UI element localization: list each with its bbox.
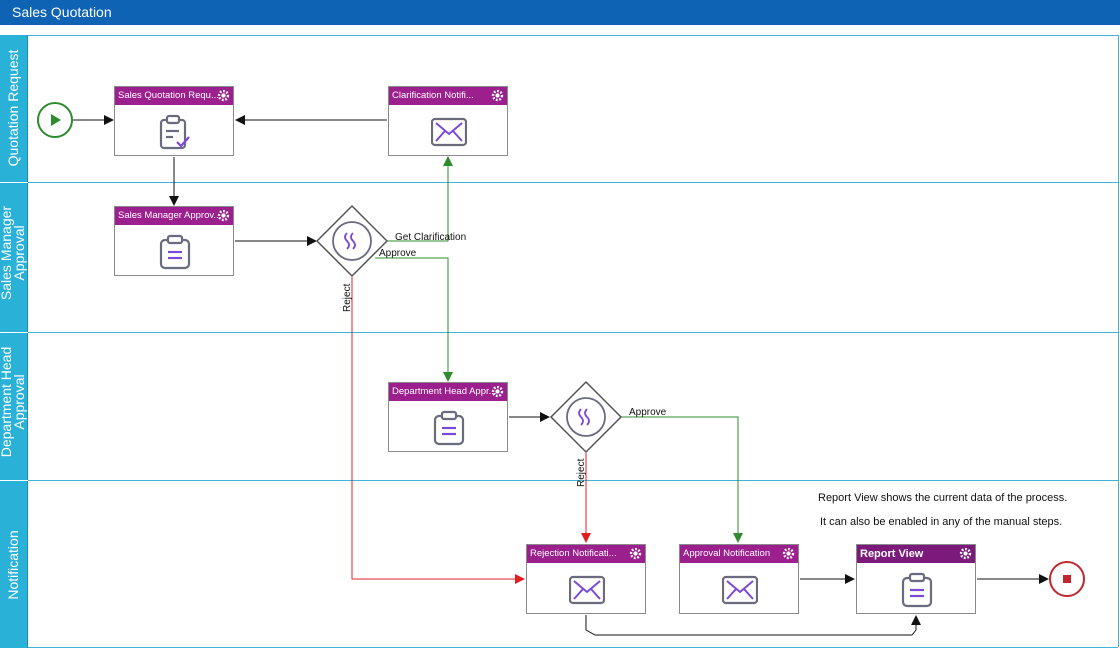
task-sales-quotation-request[interactable]: Sales Quotation Requ... (114, 86, 234, 156)
task-clarification-notification[interactable]: Clarification Notifi... (388, 86, 508, 156)
clipboard-icon (433, 410, 465, 446)
mail-icon (722, 575, 758, 605)
edge-approve-depthead (621, 416, 743, 543)
clipboard-icon (901, 572, 933, 608)
clipboard-check-icon (159, 114, 190, 150)
start-event[interactable] (37, 102, 73, 138)
task-header: Sales Quotation Requ... (115, 87, 233, 105)
gateway-sales-manager[interactable] (315, 204, 389, 278)
clipboard-icon (159, 234, 191, 270)
stop-icon (1063, 575, 1071, 583)
gear-icon[interactable] (959, 547, 972, 560)
mail-icon (431, 117, 467, 147)
edge-label-get-clarification: Get Clarification (395, 232, 466, 243)
task-department-head-approval[interactable]: Department Head Appr... (388, 382, 508, 452)
task-header: Approval Notification (680, 545, 798, 563)
task-report-view[interactable]: Report View (856, 544, 976, 614)
task-title: Approval Notification (683, 548, 771, 559)
gear-icon[interactable] (491, 89, 504, 102)
task-rejection-notification[interactable]: Rejection Notificati... (526, 544, 646, 614)
task-title: Clarification Notifi... (392, 90, 474, 101)
note-line-2: It can also be enabled in any of the man… (820, 516, 1063, 528)
end-event[interactable] (1049, 561, 1085, 597)
task-title: Report View (860, 548, 924, 560)
task-approval-notification[interactable]: Approval Notification (679, 544, 799, 614)
task-header: Department Head Appr... (389, 383, 507, 401)
task-title: Department Head Appr... (392, 386, 497, 397)
edge-get-clarification (385, 156, 453, 242)
gear-icon[interactable] (491, 385, 504, 398)
edge-label-reject-depthead: Reject (576, 458, 587, 487)
task-header: Report View (857, 545, 975, 563)
gear-icon[interactable] (217, 89, 230, 102)
task-header: Sales Manager Approv... (115, 207, 233, 225)
edge-label-approve-manager: Approve (379, 248, 417, 259)
task-title: Sales Manager Approv... (118, 210, 222, 221)
edge-label-approve-depthead: Approve (629, 407, 667, 418)
edge-label-reject-manager: Reject (342, 283, 353, 312)
task-title: Rejection Notificati... (530, 548, 617, 559)
edge-rejection-to-report (585, 615, 921, 636)
gear-icon[interactable] (782, 547, 795, 560)
gear-icon[interactable] (629, 547, 642, 560)
task-sales-manager-approval[interactable]: Sales Manager Approv... (114, 206, 234, 276)
task-title: Sales Quotation Requ... (118, 90, 219, 101)
mail-icon (569, 575, 605, 605)
gateway-department-head[interactable] (549, 380, 623, 454)
edge-approve-manager (375, 257, 453, 382)
task-header: Rejection Notificati... (527, 545, 645, 563)
gear-icon[interactable] (217, 209, 230, 222)
note-line-1: Report View shows the current data of th… (818, 492, 1068, 504)
task-header: Clarification Notifi... (389, 87, 507, 105)
